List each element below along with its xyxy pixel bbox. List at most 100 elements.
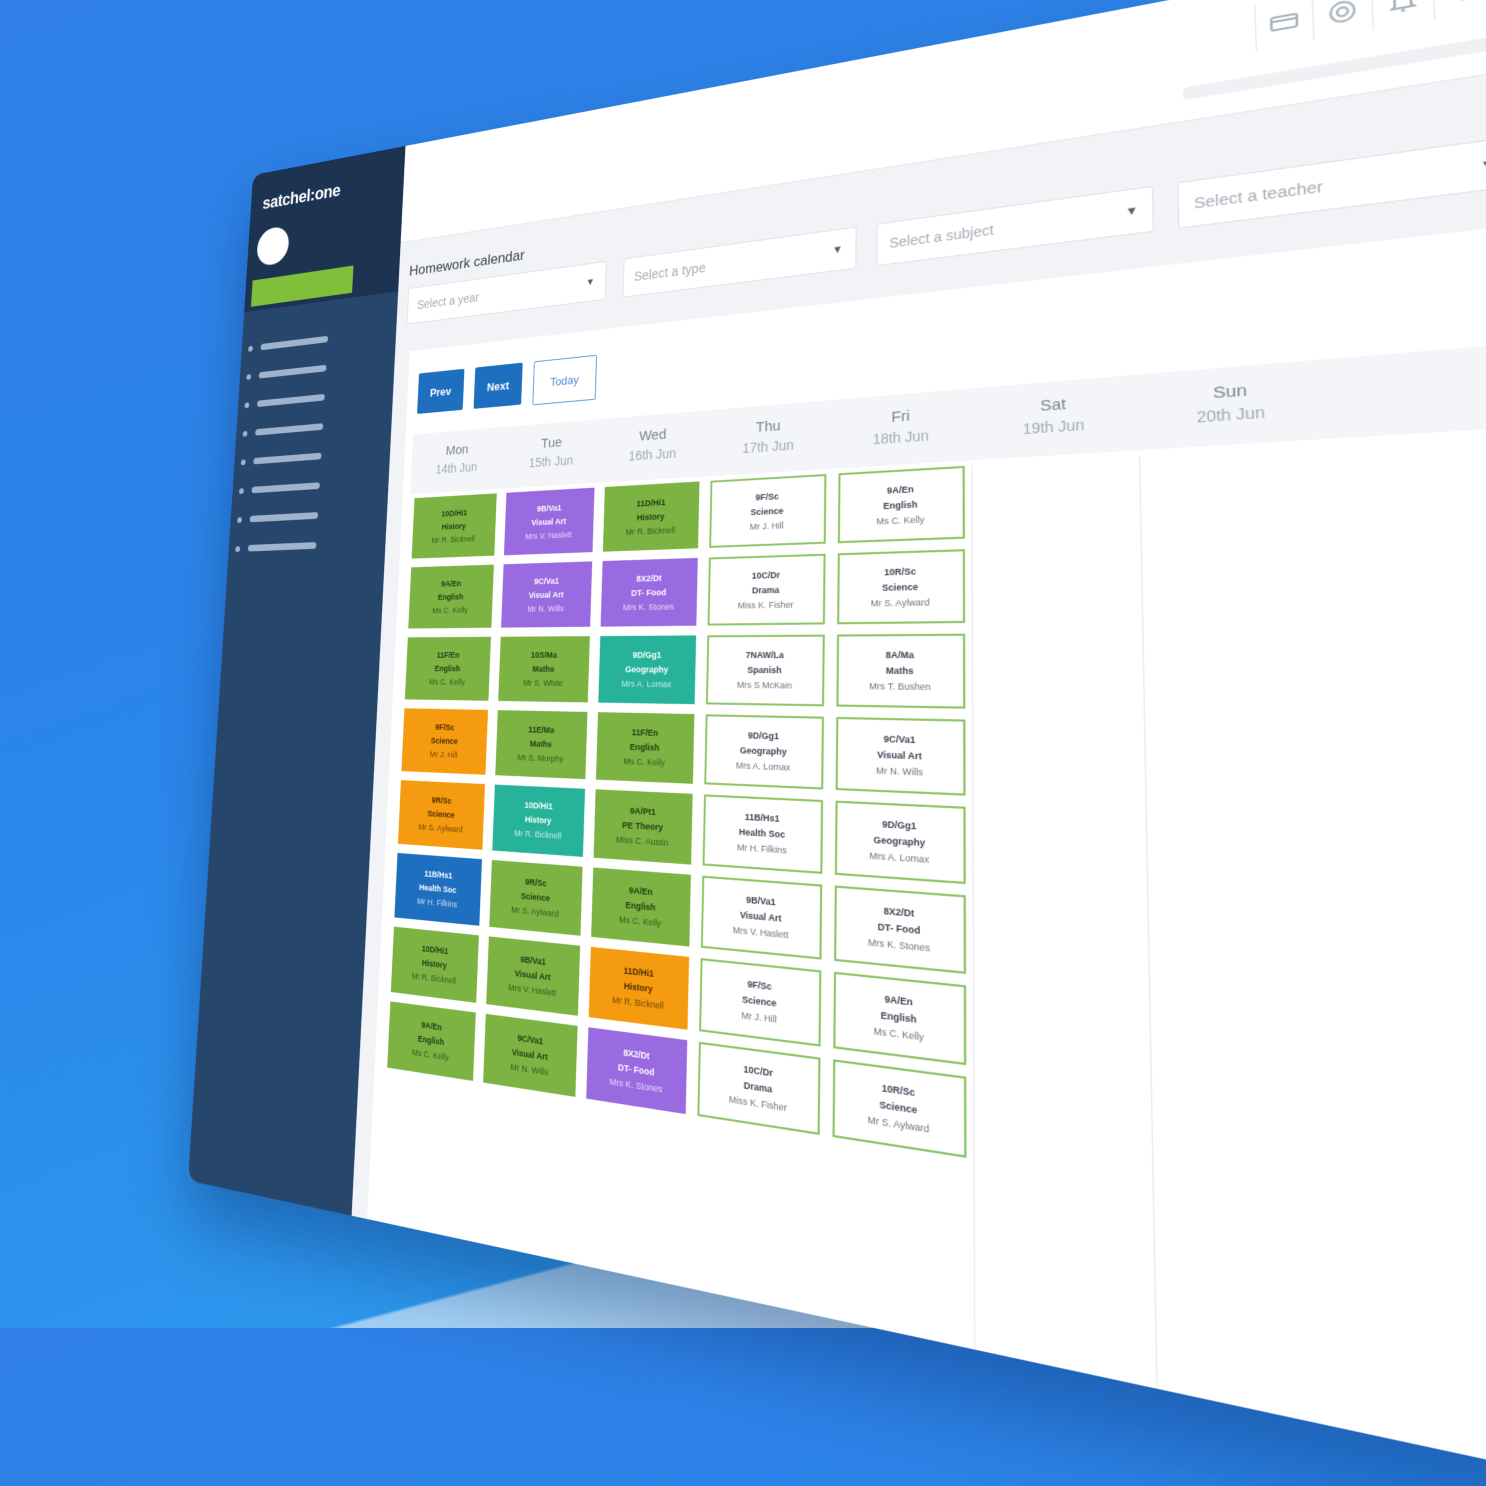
homework-teacher: Ms C. Kelly	[618, 913, 662, 928]
sidebar-item-placeholder	[258, 364, 327, 379]
homework-teacher: Mrs A. Lomax	[621, 678, 672, 689]
homework-teacher: Mr N. Wills	[527, 603, 565, 614]
homework-card[interactable]: 10C/Dr Drama Miss K. Fisher	[707, 553, 826, 626]
prev-button[interactable]: Prev	[417, 368, 465, 414]
homework-teacher: Mrs K. Stones	[868, 936, 931, 954]
homework-card[interactable]: 11E/Ma Maths Mr S. Murphy	[495, 710, 588, 780]
homework-card[interactable]: 10D/Hi1 History Mr R. Bicknell	[411, 493, 497, 559]
homework-card[interactable]: 10R/Sc Science Mr S. Aylward	[837, 549, 966, 625]
homework-group: 9F/Sc	[755, 490, 779, 502]
homework-teacher: Miss K. Fisher	[728, 1093, 787, 1113]
chevron-down-icon: ▼	[1125, 204, 1139, 219]
homework-teacher: Mr J. Hill	[429, 749, 458, 760]
homework-teacher: Mr S. Aylward	[867, 1113, 930, 1135]
homework-card[interactable]: 9B/Va1 Visual Art Mrs V. Haslett	[486, 936, 581, 1016]
homework-group: 9C/Va1	[883, 733, 916, 745]
homework-card[interactable]: 9F/Sc Science Mr J. Hill	[699, 958, 822, 1047]
homework-card[interactable]: 8X2/Dt DT- Food Mrs K. Stones	[834, 885, 967, 974]
homework-card[interactable]: 9D/Gg1 Geography Mrs A. Lomax	[598, 635, 697, 705]
homework-group: 9B/Va1	[536, 502, 562, 513]
homework-group: 9D/Gg1	[747, 729, 780, 741]
homework-card[interactable]: 9C/Va1 Visual Art Mr N. Wills	[835, 716, 966, 796]
homework-card[interactable]: 9B/Va1 Visual Art Mrs V. Haslett	[700, 875, 823, 960]
user-profile-bar[interactable]	[250, 265, 354, 307]
homework-card[interactable]: 9A/En English Ms C. Kelly	[591, 867, 691, 947]
homework-card[interactable]: 10D/Hi1 History Mr R. Bicknell	[390, 926, 479, 1003]
homework-group: 11D/Hi1	[636, 497, 666, 508]
homework-teacher: Mr R. Bicknell	[513, 827, 562, 841]
homework-card[interactable]: 9R/Sc Science Mr S. Aylward	[489, 859, 583, 936]
bell-icon[interactable]	[1370, 0, 1435, 31]
card-icon[interactable]	[1254, 0, 1314, 51]
homework-card[interactable]: 9D/Gg1 Geography Mrs A. Lomax	[704, 714, 824, 790]
homework-card[interactable]: 11F/En English Ms C. Kelly	[404, 636, 491, 701]
sidebar-item-placeholder	[247, 542, 317, 552]
type-select[interactable]: Select a type ▼	[622, 226, 857, 298]
bullet-icon	[246, 373, 252, 380]
homework-subject: English	[434, 663, 461, 673]
homework-subject: DT- Food	[630, 587, 667, 598]
homework-card[interactable]: 9A/En English Ms C. Kelly	[408, 564, 494, 629]
top-bar-placeholder	[1182, 35, 1486, 101]
sidebar-item-placeholder	[260, 335, 329, 351]
homework-card[interactable]: 9A/Pt1 PE Theory Miss C. Austin	[593, 789, 693, 865]
homework-card[interactable]: 9R/Sc Science Mr S. Aylward	[397, 780, 486, 850]
homework-card[interactable]: 8X2/Dt DT- Food Mrs K. Stones	[600, 557, 698, 627]
homework-card[interactable]: 8A/Ma Maths Mrs T. Bushen	[836, 633, 966, 709]
today-button[interactable]: Today	[532, 354, 598, 406]
sidebar-item-8[interactable]	[234, 530, 317, 563]
chevron-down-icon: ▼	[1479, 157, 1486, 173]
homework-group: 9R/Sc	[431, 794, 452, 806]
homework-card[interactable]: 10S/Ma Maths Mr S. White	[498, 636, 590, 703]
homework-card[interactable]: 10C/Dr Drama Miss K. Fisher	[697, 1041, 821, 1136]
homework-card[interactable]: 9C/Va1 Visual Art Mr N. Wills	[483, 1013, 578, 1097]
homework-teacher: Mr R. Bicknell	[625, 524, 676, 537]
homework-card[interactable]: 9B/Va1 Visual Art Mrs V. Haslett	[503, 487, 595, 556]
homework-card[interactable]: 11B/Hs1 Health Soc Mr H. Filkins	[702, 794, 824, 874]
subject-select[interactable]: Select a subject ▼	[875, 185, 1155, 267]
homework-group: 9A/En	[441, 578, 462, 588]
homework-teacher: Mr S. Aylward	[870, 596, 930, 608]
app-logo[interactable]: satchel:one	[262, 180, 341, 214]
homework-card[interactable]: 7NAW/La Spanish Mrs S McKain	[705, 634, 825, 707]
year-select-placeholder: Select a year	[416, 290, 480, 312]
homework-subject: Geography	[739, 744, 787, 757]
homework-card[interactable]: 9F/Sc Science Mr J. Hill	[401, 708, 489, 775]
homework-subject: Geography	[625, 664, 669, 674]
teacher-select[interactable]: Select a teacher ▼	[1177, 136, 1486, 229]
homework-card[interactable]: 9F/Sc Science Mr J. Hill	[709, 473, 827, 548]
homework-card[interactable]: 9A/En English Ms C. Kelly	[387, 1001, 476, 1081]
homework-subject: Maths	[532, 663, 555, 674]
homework-card[interactable]: 11F/En English Ms C. Kelly	[595, 712, 695, 784]
homework-teacher: Mrs A. Lomax	[869, 849, 930, 865]
teacher-select-placeholder: Select a teacher	[1193, 177, 1324, 212]
homework-card[interactable]: 11D/Hi1 History Mr R. Bicknell	[602, 481, 700, 552]
homework-card[interactable]: 10R/Sc Science Mr S. Aylward	[832, 1059, 967, 1158]
homework-subject: Visual Art	[528, 589, 564, 600]
homework-subject: English	[437, 591, 464, 602]
homework-teacher: Miss C. Austin	[615, 834, 669, 848]
subject-select-placeholder: Select a subject	[889, 221, 994, 251]
homework-card[interactable]: 11B/Hs1 Health Soc Mr H. Filkins	[394, 852, 482, 926]
homework-group: 10R/Sc	[884, 565, 917, 577]
homework-group: 10D/Hi1	[441, 507, 468, 518]
homework-card[interactable]: 9A/En English Ms C. Kelly	[833, 971, 967, 1066]
homework-card[interactable]: 8X2/Dt DT- Food Mrs K. Stones	[586, 1027, 688, 1115]
day-date: 15th Jun	[528, 452, 574, 471]
homework-card[interactable]: 11D/Hi1 History Mr R. Bicknell	[588, 946, 690, 1030]
homework-teacher: Mr S. Aylward	[418, 821, 463, 834]
sidebar-item-7[interactable]	[236, 500, 319, 534]
homework-group: 10C/Dr	[751, 569, 781, 581]
homework-teacher: Mr J. Hill	[741, 1009, 777, 1025]
user-avatar[interactable]	[256, 225, 290, 268]
homework-card[interactable]: 9D/Gg1 Geography Mrs A. Lomax	[834, 800, 966, 885]
bullet-icon	[244, 401, 250, 408]
homework-teacher: Miss K. Fisher	[737, 599, 794, 610]
help-lifebuoy-icon[interactable]	[1311, 0, 1373, 41]
homework-card[interactable]: 10D/Hi1 History Mr R. Bicknell	[492, 784, 586, 857]
homework-card[interactable]: 9A/En English Ms C. Kelly	[837, 465, 965, 544]
next-button[interactable]: Next	[473, 362, 523, 409]
bullet-icon	[235, 545, 241, 552]
homework-card[interactable]: 9C/Va1 Visual Art Mr N. Wills	[501, 561, 593, 628]
gear-icon[interactable]	[1431, 0, 1486, 20]
